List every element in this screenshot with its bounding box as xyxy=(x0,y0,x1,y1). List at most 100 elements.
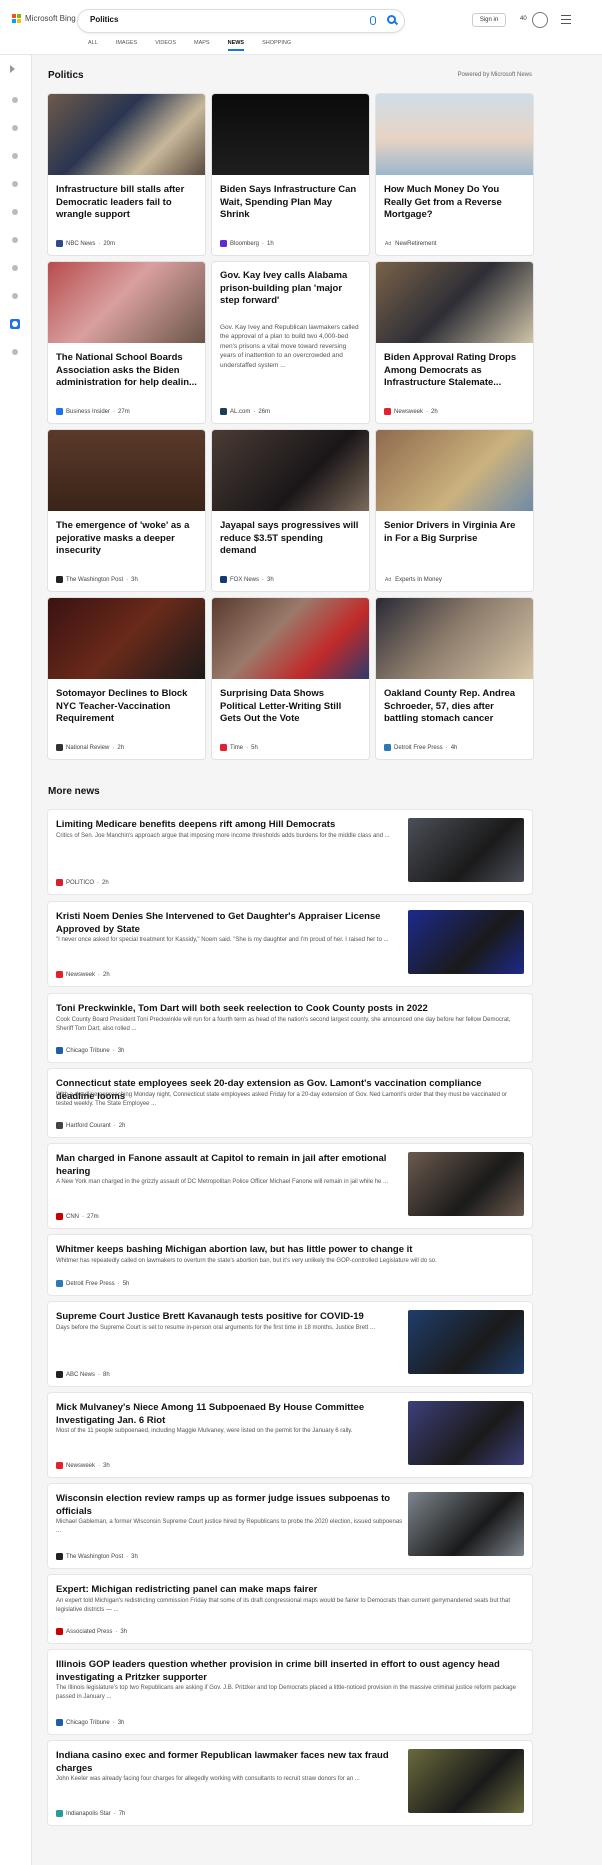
news-item-thumbnail[interactable] xyxy=(408,1152,524,1216)
news-card-title[interactable]: Gov. Kay Ivey calls Alabama prison-build… xyxy=(220,270,361,308)
sidebar-entertainment-icon[interactable] xyxy=(10,290,22,302)
search-box[interactable] xyxy=(78,10,404,32)
news-source[interactable]: CNN xyxy=(66,1214,79,1220)
news-source[interactable]: Hartford Courant xyxy=(66,1123,111,1129)
news-item-title[interactable]: Illinois GOP leaders question whether pr… xyxy=(56,1658,522,1684)
news-card-image[interactable] xyxy=(48,430,205,511)
news-list-item[interactable]: Expert: Michigan redistricting panel can… xyxy=(48,1575,532,1643)
news-card-image[interactable] xyxy=(376,262,533,343)
news-card-image[interactable] xyxy=(48,598,205,679)
rewards-trophy-icon[interactable] xyxy=(532,12,548,28)
news-list-item[interactable]: Whitmer keeps bashing Michigan abortion … xyxy=(48,1235,532,1295)
news-card[interactable]: Gov. Kay Ivey calls Alabama prison-build… xyxy=(212,262,369,423)
tab-news[interactable]: NEWS xyxy=(227,40,244,51)
news-item-thumbnail[interactable] xyxy=(408,910,524,974)
news-item-title[interactable]: Whitmer keeps bashing Michigan abortion … xyxy=(56,1243,522,1256)
news-source[interactable]: Bloomberg xyxy=(230,241,259,247)
tab-videos[interactable]: VIDEOS xyxy=(155,40,176,51)
news-item-title[interactable]: Mick Mulvaney's Niece Among 11 Subpoenae… xyxy=(56,1401,406,1427)
news-source[interactable]: Chicago Tribune xyxy=(66,1720,110,1726)
tab-all[interactable]: ALL xyxy=(88,40,98,51)
news-card[interactable]: Senior Drivers in Virginia Are in For a … xyxy=(376,430,533,591)
news-source[interactable]: Associated Press xyxy=(66,1629,112,1635)
search-input[interactable] xyxy=(90,15,330,24)
news-source[interactable]: NewRetirement xyxy=(395,241,436,247)
tab-shopping[interactable]: SHOPPING xyxy=(262,40,291,51)
news-source[interactable]: Chicago Tribune xyxy=(66,1048,110,1054)
search-icon[interactable] xyxy=(387,15,396,24)
news-card-image[interactable] xyxy=(212,598,369,679)
news-source[interactable]: National Review xyxy=(66,745,109,751)
hamburger-menu-icon[interactable] xyxy=(561,15,571,24)
news-card-title[interactable]: Oakland County Rep. Andrea Schroeder, 57… xyxy=(384,688,525,726)
news-list-item[interactable]: Toni Preckwinkle, Tom Dart will both see… xyxy=(48,994,532,1062)
news-item-thumbnail[interactable] xyxy=(408,1401,524,1465)
news-item-thumbnail[interactable] xyxy=(408,1749,524,1813)
news-item-thumbnail[interactable] xyxy=(408,1310,524,1374)
news-source[interactable]: Time xyxy=(230,745,243,751)
news-card-image[interactable] xyxy=(48,94,205,175)
news-card-title[interactable]: How Much Money Do You Really Get from a … xyxy=(384,184,525,222)
news-card-image[interactable] xyxy=(48,262,205,343)
news-item-title[interactable]: Wisconsin election review ramps up as fo… xyxy=(56,1492,406,1518)
news-card-title[interactable]: Biden Says Infrastructure Can Wait, Spen… xyxy=(220,184,361,222)
sidebar-science-icon[interactable] xyxy=(10,122,22,134)
news-source[interactable]: Detroit Free Press xyxy=(394,745,443,751)
news-source[interactable]: ABC News xyxy=(66,1372,95,1378)
news-list-item[interactable]: Illinois GOP leaders question whether pr… xyxy=(48,1650,532,1734)
news-list-item[interactable]: Man charged in Fanone assault at Capitol… xyxy=(48,1144,532,1228)
news-card-title[interactable]: Biden Approval Rating Drops Among Democr… xyxy=(384,352,525,390)
news-source[interactable]: Indianapolis Star xyxy=(66,1811,111,1817)
sidebar-business-icon[interactable] xyxy=(10,346,22,358)
news-card[interactable]: Infrastructure bill stalls after Democra… xyxy=(48,94,205,255)
news-card-title[interactable]: The National School Boards Association a… xyxy=(56,352,197,390)
news-list-item[interactable]: Kristi Noem Denies She Intervened to Get… xyxy=(48,902,532,986)
news-source[interactable]: NBC News xyxy=(66,241,95,247)
news-item-title[interactable]: Man charged in Fanone assault at Capitol… xyxy=(56,1152,406,1178)
sign-in-button[interactable]: Sign in xyxy=(472,13,506,27)
news-source[interactable]: POLITICO xyxy=(66,880,94,886)
news-source[interactable]: The Washington Post xyxy=(66,577,123,583)
news-source[interactable]: Experts In Money xyxy=(395,577,442,583)
sidebar-technology-icon[interactable] xyxy=(10,262,22,274)
news-card-image[interactable] xyxy=(212,430,369,511)
news-source[interactable]: AL.com xyxy=(230,409,250,415)
news-item-title[interactable]: Toni Preckwinkle, Tom Dart will both see… xyxy=(56,1002,522,1015)
news-card[interactable]: Jayapal says progressives will reduce $3… xyxy=(212,430,369,591)
rewards-points[interactable]: 40 xyxy=(520,16,527,22)
news-source[interactable]: Newsweek xyxy=(66,1463,95,1469)
news-item-title[interactable]: Indiana casino exec and former Republica… xyxy=(56,1749,406,1775)
bing-logo[interactable]: Microsoft Bing xyxy=(12,14,76,23)
news-card-title[interactable]: The emergence of 'woke' as a pejorative … xyxy=(56,520,197,558)
news-card-title[interactable]: Sotomayor Declines to Block NYC Teacher-… xyxy=(56,688,197,726)
news-card-title[interactable]: Senior Drivers in Virginia Are in For a … xyxy=(384,520,525,545)
news-source[interactable]: FOX News xyxy=(230,577,259,583)
news-source[interactable]: Newsweek xyxy=(66,972,95,978)
sidebar-flag-icon[interactable] xyxy=(10,150,22,162)
sidebar-home-icon[interactable] xyxy=(10,94,22,106)
news-card-title[interactable]: Surprising Data Shows Political Letter-W… xyxy=(220,688,361,726)
news-card-image[interactable] xyxy=(376,94,533,175)
news-card[interactable]: Sotomayor Declines to Block NYC Teacher-… xyxy=(48,598,205,759)
tab-images[interactable]: IMAGES xyxy=(116,40,137,51)
news-card-title[interactable]: Infrastructure bill stalls after Democra… xyxy=(56,184,197,222)
news-item-title[interactable]: Supreme Court Justice Brett Kavanaugh te… xyxy=(56,1310,406,1323)
news-source[interactable]: Newsweek xyxy=(394,409,423,415)
news-card[interactable]: How Much Money Do You Really Get from a … xyxy=(376,94,533,255)
news-card[interactable]: The National School Boards Association a… xyxy=(48,262,205,423)
news-list-item[interactable]: Wisconsin election review ramps up as fo… xyxy=(48,1484,532,1568)
news-list-item[interactable]: Mick Mulvaney's Niece Among 11 Subpoenae… xyxy=(48,1393,532,1477)
expand-sidebar-icon[interactable] xyxy=(10,65,15,73)
news-list-item[interactable]: Limiting Medicare benefits deepens rift … xyxy=(48,810,532,894)
news-card-image[interactable] xyxy=(376,430,533,511)
news-card-image[interactable] xyxy=(212,94,369,175)
news-card[interactable]: Surprising Data Shows Political Letter-W… xyxy=(212,598,369,759)
news-item-title[interactable]: Limiting Medicare benefits deepens rift … xyxy=(56,818,406,831)
sidebar-world-icon[interactable] xyxy=(10,206,22,218)
news-card-title[interactable]: Jayapal says progressives will reduce $3… xyxy=(220,520,361,558)
microphone-icon[interactable] xyxy=(370,16,376,25)
sidebar-politics-icon[interactable] xyxy=(10,318,22,330)
news-card[interactable]: The emergence of 'woke' as a pejorative … xyxy=(48,430,205,591)
news-source[interactable]: Detroit Free Press xyxy=(66,1281,115,1287)
news-list-item[interactable]: Connecticut state employees seek 20-day … xyxy=(48,1069,532,1137)
